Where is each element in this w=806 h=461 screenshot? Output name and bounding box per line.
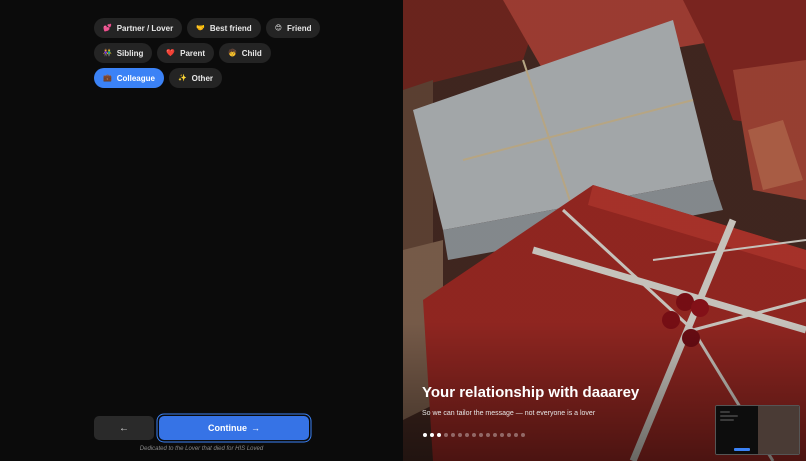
progress-dot[interactable] — [493, 433, 497, 437]
relationship-options: 💕 Partner / Lover 🤝 Best friend 😊 Friend… — [94, 18, 324, 88]
hero-title: Your relationship with daaarey — [422, 384, 640, 401]
thumbnail-left — [716, 406, 758, 454]
progress-dot[interactable] — [465, 433, 469, 437]
chip-best-friend[interactable]: 🤝 Best friend — [187, 18, 261, 38]
chip-label: Friend — [287, 23, 312, 33]
progress-dot[interactable] — [486, 433, 490, 437]
thumbnail-line — [720, 415, 738, 417]
back-button[interactable]: ← — [94, 416, 154, 440]
chip-colleague[interactable]: 💼 Colleague — [94, 68, 164, 88]
chip-label: Other — [191, 73, 214, 83]
thumbnail-line — [720, 419, 734, 421]
handshake-icon: 🤝 — [196, 25, 205, 32]
heart-icon: ❤️ — [166, 50, 176, 57]
hero-subtitle: So we can tailor the message — not every… — [422, 410, 596, 417]
chip-parent[interactable]: ❤️ Parent — [157, 43, 215, 63]
form-panel: 💕 Partner / Lover 🤝 Best friend 😊 Friend… — [0, 0, 403, 461]
progress-dot[interactable] — [521, 433, 525, 437]
dedication-text: Dedicated to the Lover that died for HIS… — [139, 446, 264, 452]
smile-icon: 😊 — [274, 25, 283, 32]
arrow-left-icon: ← — [119, 422, 129, 434]
progress-dot[interactable] — [430, 433, 434, 437]
child-icon: 🧒 — [228, 50, 237, 57]
progress-dot[interactable] — [507, 433, 511, 437]
thumbnail-right — [758, 406, 799, 454]
progress-dot[interactable] — [479, 433, 483, 437]
preview-thumbnail[interactable] — [715, 405, 800, 455]
hero-panel: Your relationship with daaarey So we can… — [403, 0, 806, 461]
progress-dot[interactable] — [451, 433, 455, 437]
progress-dot[interactable] — [514, 433, 518, 437]
chip-label: Best friend — [209, 23, 252, 33]
thumbnail-button — [734, 448, 750, 451]
chip-child[interactable]: 🧒 Child — [219, 43, 271, 63]
progress-dot[interactable] — [437, 433, 441, 437]
chip-label: Partner / Lover — [116, 23, 174, 33]
progress-dots — [423, 433, 525, 437]
continue-label: Continue — [208, 423, 247, 433]
siblings-icon: 👫 — [103, 50, 112, 57]
chip-label: Child — [241, 48, 262, 58]
chip-label: Parent — [180, 48, 206, 58]
chip-sibling[interactable]: 👫 Sibling — [94, 43, 153, 63]
progress-dot[interactable] — [500, 433, 504, 437]
briefcase-icon: 💼 — [103, 75, 112, 82]
progress-dot[interactable] — [444, 433, 448, 437]
sparkles-icon: ✨ — [177, 75, 187, 82]
progress-dot[interactable] — [423, 433, 427, 437]
chip-label: Sibling — [116, 48, 144, 58]
navigation-buttons: ← Continue → — [94, 416, 309, 440]
hero-text: Your relationship with daaarey So we can… — [422, 384, 639, 417]
chip-other[interactable]: ✨ Other — [168, 68, 223, 88]
arrow-right-icon: → — [251, 423, 260, 433]
continue-button[interactable]: Continue → — [159, 416, 309, 440]
chip-label: Colleague — [116, 73, 155, 83]
progress-dot[interactable] — [458, 433, 462, 437]
chip-partner-lover[interactable]: 💕 Partner / Lover — [94, 18, 183, 38]
chip-friend[interactable]: 😊 Friend — [265, 18, 321, 38]
progress-dot[interactable] — [472, 433, 476, 437]
hearts-icon: 💕 — [103, 25, 112, 32]
thumbnail-line — [720, 411, 730, 413]
